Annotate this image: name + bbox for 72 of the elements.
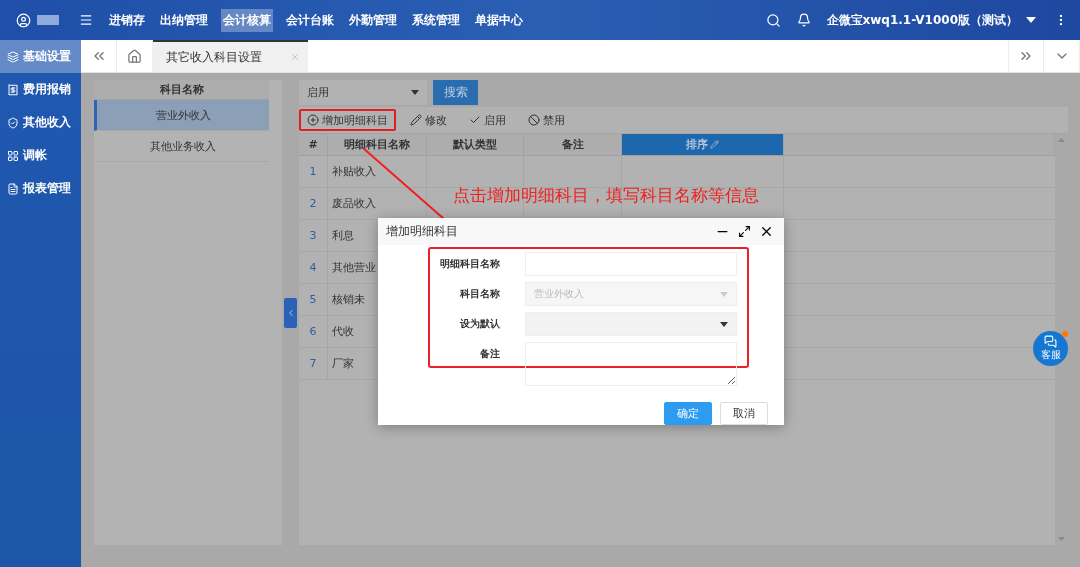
sidebar-item[interactable]: 报表管理 bbox=[0, 172, 81, 205]
nav-item[interactable]: 会计核算 bbox=[221, 8, 273, 32]
table-cell: 补贴收入 bbox=[328, 156, 427, 187]
row-number: 4 bbox=[299, 252, 328, 283]
sidebar-label: 其他收入 bbox=[23, 114, 71, 131]
caret-icon bbox=[720, 321, 728, 327]
field-label: 备注 bbox=[479, 347, 501, 361]
bell-icon[interactable] bbox=[796, 13, 811, 27]
grid-icon bbox=[7, 149, 19, 162]
toolbar-button[interactable]: 修改 bbox=[402, 109, 455, 131]
sidebar-label: 调帐 bbox=[23, 147, 47, 164]
caret-icon bbox=[720, 291, 728, 297]
close-icon[interactable] bbox=[759, 224, 774, 239]
home-icon bbox=[127, 48, 142, 64]
collapse-handle[interactable] bbox=[284, 297, 297, 328]
status-select[interactable]: 启用 bbox=[299, 80, 427, 105]
annotation-text: 点击增加明细科目，填写科目名称等信息 bbox=[453, 184, 759, 207]
sidebar-item[interactable]: 其他收入 bbox=[0, 106, 81, 139]
maximize-icon[interactable] bbox=[738, 225, 751, 238]
row-number: 2 bbox=[299, 188, 328, 219]
row-number: 1 bbox=[299, 156, 328, 187]
select-field[interactable] bbox=[525, 312, 737, 336]
sidebar-item[interactable]: 费用报销 bbox=[0, 73, 81, 106]
caret-icon bbox=[411, 90, 419, 95]
sidebar-label: 基础设置 bbox=[23, 48, 71, 65]
nav-item[interactable]: 进销存 bbox=[107, 8, 147, 32]
nav-item[interactable]: 外勤管理 bbox=[347, 8, 399, 32]
page-tab[interactable]: 其它收入科目设置 bbox=[153, 40, 308, 72]
row-number: 7 bbox=[299, 348, 328, 379]
nav-item[interactable]: 出纳管理 bbox=[158, 8, 210, 32]
textarea-field[interactable] bbox=[525, 342, 737, 386]
pencil-icon bbox=[410, 114, 422, 126]
menu-icon[interactable] bbox=[79, 13, 93, 27]
blurred-name bbox=[37, 15, 59, 25]
field-label: 科目名称 bbox=[459, 287, 501, 301]
shield-icon bbox=[7, 116, 19, 129]
toolbar-button[interactable]: 禁用 bbox=[520, 109, 573, 131]
plus-circle-icon bbox=[307, 114, 319, 126]
column-header[interactable]: 明细科目名称 bbox=[328, 134, 427, 155]
column-header[interactable]: 排序 bbox=[622, 134, 784, 155]
search-icon[interactable] bbox=[765, 12, 781, 28]
row-number: 5 bbox=[299, 284, 328, 315]
column-header[interactable]: # bbox=[299, 134, 328, 155]
field-label: 设为默认 bbox=[459, 317, 501, 331]
document-icon bbox=[7, 182, 19, 195]
caret-icon[interactable] bbox=[1026, 17, 1036, 23]
toolbar-button[interactable]: 增加明细科目 bbox=[299, 109, 396, 131]
sidebar-item[interactable]: 基础设置 bbox=[0, 40, 81, 73]
ban-icon bbox=[528, 114, 540, 126]
field-label: 明细科目名称 bbox=[439, 257, 501, 271]
column-header[interactable]: 默认类型 bbox=[427, 134, 524, 155]
sidebar-label: 费用报销 bbox=[23, 81, 71, 98]
nav-item[interactable]: 单据中心 bbox=[473, 8, 525, 32]
chat-icon bbox=[1044, 335, 1057, 348]
user-icon[interactable] bbox=[16, 12, 31, 28]
expand-button[interactable] bbox=[1008, 40, 1044, 72]
account-name[interactable]: 企微宝xwq1.1-V1000版（测试） bbox=[826, 11, 1018, 29]
cancel-button[interactable]: 取消 bbox=[720, 402, 768, 425]
sidebar-label: 报表管理 bbox=[23, 180, 71, 197]
subject-item[interactable]: 营业外收入 bbox=[94, 100, 269, 131]
search-button[interactable]: 搜索 bbox=[433, 80, 478, 105]
check-icon bbox=[469, 114, 481, 126]
nav-item[interactable]: 系统管理 bbox=[410, 8, 462, 32]
toolbar-button[interactable]: 启用 bbox=[461, 109, 514, 131]
column-header: 科目名称 bbox=[94, 80, 269, 100]
row-number: 6 bbox=[299, 316, 328, 347]
sidebar-item[interactable]: 调帐 bbox=[0, 139, 81, 172]
receipt-icon bbox=[7, 83, 19, 96]
pencil-icon bbox=[710, 140, 719, 149]
layers-icon bbox=[7, 50, 19, 63]
nav-item[interactable]: 会计台账 bbox=[284, 8, 336, 32]
row-number: 3 bbox=[299, 220, 328, 251]
